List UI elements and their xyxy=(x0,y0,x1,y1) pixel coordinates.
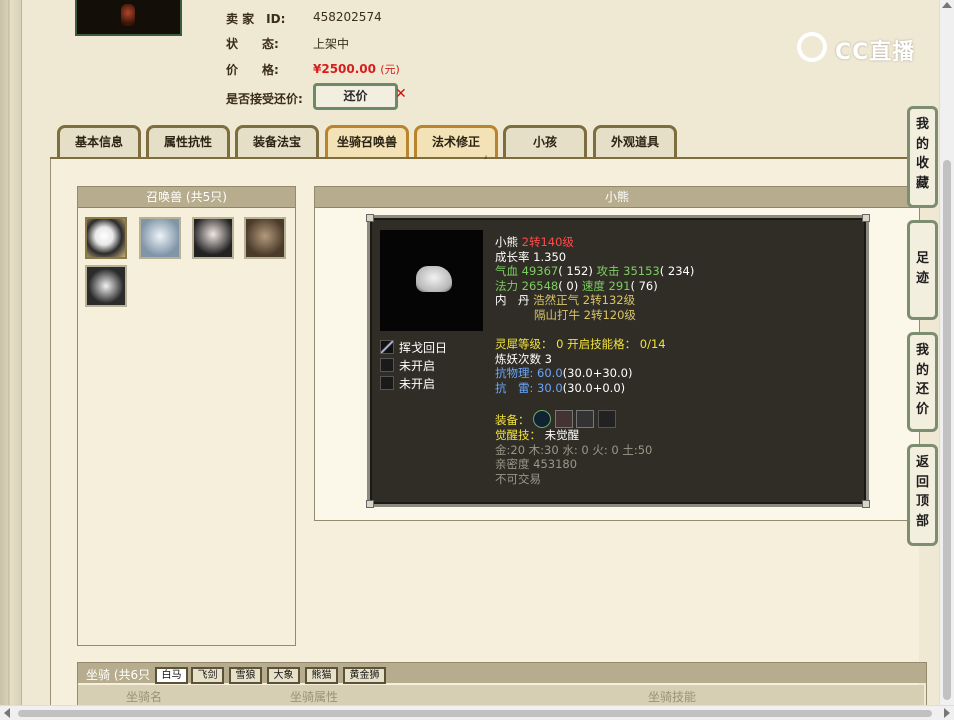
mount-panel: 坐骑 (共6只 白马 飞剑 雪狼 大象 熊猫 黄金狮 坐骑名 坐骑属性 坐骑技能 xyxy=(77,662,927,708)
horizontal-scrollbar[interactable] xyxy=(0,705,954,720)
detail-panel-title: 小熊 xyxy=(315,187,919,208)
summon-slot-4[interactable] xyxy=(244,217,286,259)
equip-slot-3[interactable] xyxy=(576,410,595,429)
cc-live-watermark: CC直播 xyxy=(797,30,927,70)
summon-slot-2[interactable] xyxy=(139,217,181,259)
mount-tab-elephant[interactable]: 大象 xyxy=(267,667,300,684)
vertical-scroll-thumb[interactable] xyxy=(943,160,951,700)
summon-stats: 小熊 2转140级 成长率 1.350 气血 49367( 152) 攻击 35… xyxy=(495,235,695,486)
scroll-left-arrow-icon[interactable] xyxy=(4,708,10,718)
polar-bear-image xyxy=(416,266,452,292)
col-mount-name: 坐骑名 xyxy=(126,690,163,704)
mount-tab-golden-lion[interactable]: 黄金狮 xyxy=(343,667,386,684)
price-label: 价 格: xyxy=(226,63,279,77)
equip-slot-1[interactable] xyxy=(533,410,552,429)
summon-slot-3[interactable] xyxy=(192,217,234,259)
scroll-right-arrow-icon[interactable] xyxy=(944,708,950,718)
price-value: ¥2500.00 (元) xyxy=(313,62,400,76)
status-value: 上架中 xyxy=(313,37,350,51)
summon-info-card: 挥戈回日 未开启 未开启 小熊 2转140级 成长率 1.350 气血 4936… xyxy=(366,214,870,508)
locked-skill-icon xyxy=(380,358,394,372)
skill-spear-icon xyxy=(380,340,394,354)
status-label: 状 态: xyxy=(226,37,279,51)
my-bargains-button[interactable]: 我的还价 xyxy=(907,332,938,432)
summon-list-panel: 召唤兽 (共5只) xyxy=(77,186,296,646)
left-frame-rail xyxy=(0,0,22,720)
cc-logo-icon xyxy=(797,32,827,62)
col-mount-skills: 坐骑技能 xyxy=(648,690,697,704)
summon-detail-panel: 小熊 挥戈回日 未开启 未开启 小熊 2转140级 成长率 1.350 气血 4… xyxy=(314,186,920,521)
seller-id-label: 卖 家 ID: xyxy=(226,12,286,26)
col-mount-attributes: 坐骑属性 xyxy=(290,690,339,704)
summon-slot-5[interactable] xyxy=(85,265,127,307)
tab-equipment[interactable]: 装备法宝 xyxy=(235,125,319,157)
footprint-button[interactable]: 足迹 xyxy=(907,220,938,320)
mount-tab-flying-sword[interactable]: 飞剑 xyxy=(191,667,224,684)
skill-1[interactable]: 挥戈回日 xyxy=(380,339,480,355)
skill-2: 未开启 xyxy=(380,357,480,373)
seller-id-value: 458202574 xyxy=(313,10,382,24)
character-thumbnail xyxy=(75,0,182,36)
vertical-scrollbar[interactable] xyxy=(939,0,954,706)
tab-children[interactable]: 小孩 xyxy=(503,125,587,157)
locked-skill-icon xyxy=(380,376,394,390)
scroll-up-arrow-icon[interactable] xyxy=(942,2,952,8)
equip-slot-4[interactable] xyxy=(598,410,617,429)
no-bargain-icon: ✕ xyxy=(395,86,407,102)
horizontal-scroll-thumb[interactable] xyxy=(18,710,932,717)
summon-panel-title: 召唤兽 (共5只) xyxy=(78,187,295,208)
skill-3: 未开启 xyxy=(380,375,480,391)
tab-mounts-summons[interactable]: 坐骑召唤兽 xyxy=(325,125,409,157)
summon-portrait xyxy=(380,230,483,331)
mount-panel-title: 坐骑 (共6只 xyxy=(86,668,151,682)
my-favorites-button[interactable]: 我的收藏 xyxy=(907,106,938,208)
tab-attributes[interactable]: 属性抗性 xyxy=(146,125,230,157)
mount-tab-white-horse[interactable]: 白马 xyxy=(155,667,188,684)
equip-slot-2[interactable] xyxy=(554,410,573,429)
summon-slot-1[interactable] xyxy=(85,217,127,259)
bargain-label: 是否接受还价: xyxy=(226,92,303,106)
mount-tab-snow-wolf[interactable]: 雪狼 xyxy=(229,667,262,684)
bargain-button[interactable]: 还价 xyxy=(313,83,398,110)
tab-appearance[interactable]: 外观道具 xyxy=(593,125,677,157)
tab-basic-info[interactable]: 基本信息 xyxy=(57,125,141,157)
back-to-top-button[interactable]: 返回顶部 xyxy=(907,444,938,546)
mount-tab-panda[interactable]: 熊猫 xyxy=(305,667,338,684)
mount-table-header: 坐骑名 坐骑属性 坐骑技能 xyxy=(78,685,924,705)
